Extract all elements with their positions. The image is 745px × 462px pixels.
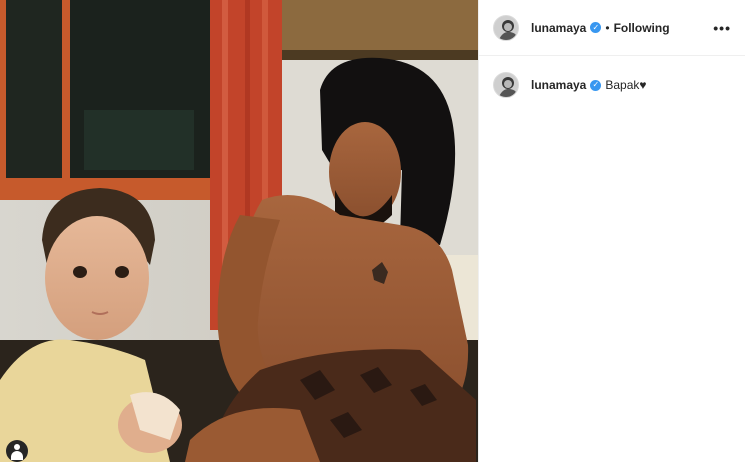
comments-section: lunamaya ✓ Bapak♥ <box>479 56 745 98</box>
post-image <box>0 0 478 462</box>
caption-username[interactable]: lunamaya <box>531 78 586 92</box>
caption-row: lunamaya ✓ Bapak♥ <box>493 72 731 98</box>
author-username[interactable]: lunamaya <box>531 21 586 35</box>
more-options-icon[interactable]: ••• <box>713 21 731 35</box>
user-tag-head <box>14 444 20 450</box>
user-tag-icon[interactable] <box>6 440 28 462</box>
post-photo[interactable] <box>0 0 478 462</box>
post-header: lunamaya ✓ • Following ••• <box>479 0 745 56</box>
user-tag-body <box>11 451 23 460</box>
caption-avatar[interactable] <box>493 72 519 98</box>
caption-verified-badge-icon: ✓ <box>590 79 602 91</box>
avatar-image <box>494 15 518 40</box>
caption-text: Bapak♥ <box>605 78 647 92</box>
following-button[interactable]: Following <box>614 21 670 35</box>
caption-avatar-image <box>494 73 518 97</box>
post-side-panel: lunamaya ✓ • Following ••• lunamaya ✓ Ba… <box>478 0 745 462</box>
instagram-post: lunamaya ✓ • Following ••• lunamaya ✓ Ba… <box>0 0 745 462</box>
verified-badge-icon: ✓ <box>590 22 602 33</box>
author-avatar[interactable] <box>493 14 519 41</box>
header-separator: • <box>605 20 610 35</box>
